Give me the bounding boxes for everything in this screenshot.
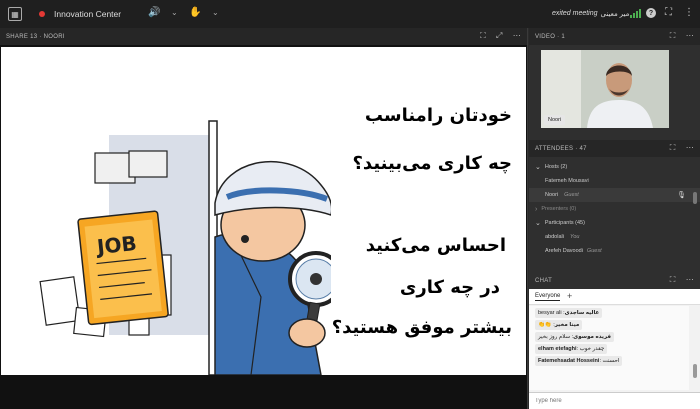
video-pod: VIDEO · 1 ⛶ ⋯ Noori bbox=[529, 28, 700, 136]
chat-message: مینا مخیر: 👏👏 bbox=[535, 320, 583, 330]
video-feed[interactable]: Noori bbox=[541, 50, 669, 128]
attendee-row[interactable]: abdolali You bbox=[529, 230, 700, 244]
chat-message: عالیه ساجدی: besyar ali bbox=[535, 308, 603, 318]
more-options-icon[interactable]: ⋯ bbox=[686, 143, 694, 153]
fit-icon[interactable]: ⛶ bbox=[670, 275, 676, 285]
expand-icon[interactable]: ⤢ bbox=[496, 31, 503, 41]
top-bar: ▦ Innovation Center 🔊 ⌄ ✋ ⌄ exited meeti… bbox=[0, 0, 700, 28]
video-header: VIDEO · 1 ⛶ ⋯ bbox=[529, 28, 700, 45]
right-column: VIDEO · 1 ⛶ ⋯ Noori ATTENDEES · 47 ⛶ ⋯ ⌄… bbox=[529, 28, 700, 409]
connection-strength-icon bbox=[630, 9, 641, 18]
video-title: VIDEO · 1 bbox=[535, 33, 566, 40]
attendee-list: ⌄ Hosts (2) Fatemeh Mousavi Noori Guest … bbox=[529, 160, 700, 258]
video-name-tag: Noori bbox=[544, 115, 566, 125]
hosts-group[interactable]: ⌄ Hosts (2) bbox=[529, 160, 700, 174]
chat-tabs: Everyone + bbox=[529, 289, 700, 305]
chat-header: CHAT ⛶ ⋯ bbox=[529, 272, 700, 289]
chat-title: CHAT bbox=[535, 277, 553, 284]
fit-icon[interactable]: ⛶ bbox=[670, 143, 676, 153]
chevron-right-icon: › bbox=[535, 205, 538, 213]
attendees-pod: ATTENDEES · 47 ⛶ ⋯ ⌄ Hosts (2) Fatemeh M… bbox=[529, 140, 700, 264]
app-menu-icon[interactable]: ▦ bbox=[8, 7, 22, 21]
chevron-down-icon[interactable]: ⌄ bbox=[212, 8, 219, 17]
attendee-scrollbar[interactable] bbox=[693, 192, 697, 204]
chat-message: elham etefaghi: چقدر خوب bbox=[535, 344, 608, 354]
detective-illustration bbox=[39, 120, 331, 375]
slide-line-4: در چه کاری bbox=[399, 277, 500, 298]
presenters-group[interactable]: › Presenters (0) bbox=[529, 202, 700, 216]
chevron-down-icon: ⌄ bbox=[535, 220, 541, 227]
more-options-icon[interactable]: ⋮ bbox=[684, 7, 694, 18]
microphone-icon: 🎙 bbox=[677, 192, 686, 199]
chat-scrollbar[interactable] bbox=[693, 364, 697, 378]
share-header: SHARE 13 · NOORI ⛶ ⤢ ⋯ bbox=[0, 28, 527, 45]
chat-pod: CHAT ⛶ ⋯ Everyone + عالیه ساجدی: besyar … bbox=[529, 272, 700, 409]
chevron-down-icon: ⌄ bbox=[535, 164, 541, 171]
help-icon[interactable]: ? bbox=[646, 8, 656, 18]
fit-icon[interactable]: ⛶ bbox=[480, 31, 486, 41]
slide-line-1: خودتان رامناسب bbox=[364, 105, 512, 126]
job-label: JOB bbox=[95, 230, 138, 260]
meeting-status: exited meeting bbox=[552, 10, 598, 17]
attendee-row[interactable]: Noori Guest 🎙 bbox=[529, 188, 700, 202]
attendees-title: ATTENDEES · 47 bbox=[535, 145, 587, 152]
user-name: exited meeting میر معینی bbox=[552, 10, 630, 18]
attendee-row[interactable]: Fatemeh Mousavi bbox=[529, 174, 700, 188]
share-title: SHARE 13 · NOORI bbox=[6, 33, 65, 40]
raise-hand-icon[interactable]: ✋ bbox=[189, 7, 201, 18]
more-options-icon[interactable]: ⋯ bbox=[686, 31, 694, 41]
record-icon[interactable] bbox=[39, 11, 45, 17]
presentation-slide: JOB خودتان رامناسب چه کاری می‌بینید؟ احس… bbox=[1, 47, 526, 375]
attendees-header: ATTENDEES · 47 ⛶ ⋯ bbox=[529, 140, 700, 157]
slide-line-2: چه کاری می‌بینید؟ bbox=[352, 153, 512, 174]
fit-icon[interactable]: ⛶ bbox=[670, 31, 676, 41]
more-options-icon[interactable]: ⋯ bbox=[513, 31, 521, 41]
fullscreen-icon[interactable]: ⛶ bbox=[665, 7, 672, 18]
more-options-icon[interactable]: ⋯ bbox=[686, 275, 694, 285]
add-chat-tab-icon[interactable]: + bbox=[567, 291, 572, 301]
participants-group[interactable]: ⌄ Participants (45) bbox=[529, 216, 700, 230]
meeting-name: Innovation Center bbox=[54, 9, 122, 19]
job-board bbox=[77, 210, 169, 326]
chat-message: Fatemehsadat Hosseini: احسنت bbox=[535, 356, 623, 366]
chat-input[interactable] bbox=[529, 392, 700, 409]
chat-message: فریده موسوی: سلام روز بخیر bbox=[535, 332, 614, 342]
attendee-row[interactable]: Arefeh Davoodi Guest bbox=[529, 244, 700, 258]
slide-line-5: بیشتر موفق هستید؟ bbox=[331, 317, 512, 338]
slide-line-3: احساس می‌کنید bbox=[365, 235, 506, 256]
chevron-down-icon[interactable]: ⌄ bbox=[171, 8, 178, 17]
tab-everyone[interactable]: Everyone bbox=[535, 293, 561, 301]
audio-icon[interactable]: 🔊 bbox=[148, 7, 160, 18]
chat-messages: عالیه ساجدی: besyar ali مینا مخیر: 👏👏 فر… bbox=[529, 306, 689, 390]
